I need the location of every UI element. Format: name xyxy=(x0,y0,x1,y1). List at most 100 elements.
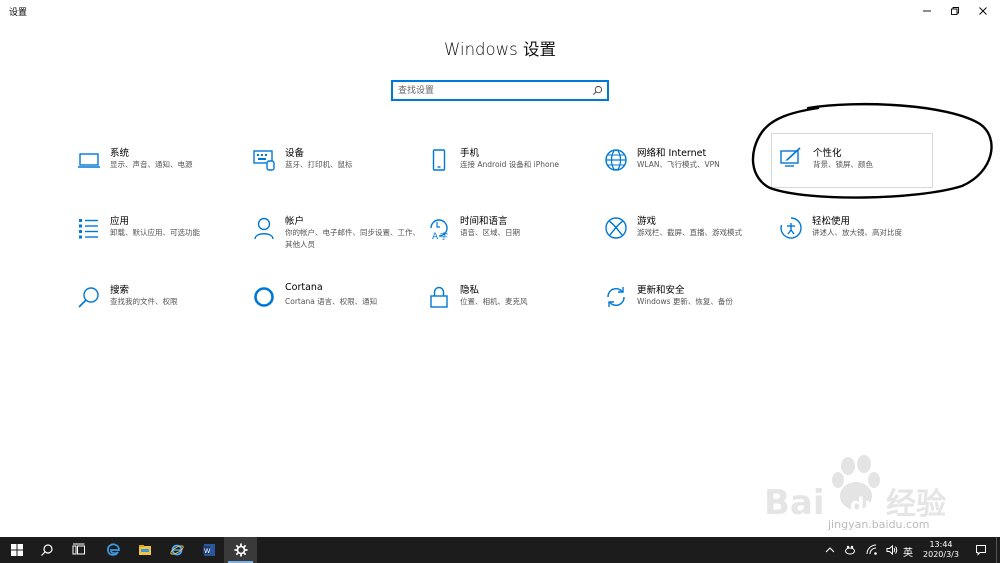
laptop-icon xyxy=(76,147,102,173)
category-cortana[interactable]: Cortana Cortana 语言、权限、通知 xyxy=(251,280,421,332)
volume-button[interactable] xyxy=(884,537,900,563)
category-desc: Cortana 语言、权限、通知 xyxy=(285,297,378,306)
category-desc: 显示、声音、通知、电源 xyxy=(110,160,193,169)
settings-taskbar-button[interactable] xyxy=(224,537,257,563)
category-system[interactable]: 系统 显示、声音、通知、电源 xyxy=(76,143,246,195)
category-name: 个性化 xyxy=(813,148,842,159)
edge-button[interactable] xyxy=(96,537,129,563)
svg-text:字: 字 xyxy=(440,231,448,240)
file-explorer-button[interactable] xyxy=(128,537,161,563)
notification-center-button[interactable] xyxy=(972,537,990,563)
category-name: 搜索 xyxy=(110,285,130,296)
edge-icon xyxy=(106,543,120,556)
category-name: 手机 xyxy=(460,148,480,159)
category-search[interactable]: 搜索 查找我的文件、权限 xyxy=(76,280,246,332)
category-desc: 位置、相机、麦克风 xyxy=(460,297,528,306)
title-bar: 设置 xyxy=(0,0,1000,22)
category-desc: 卸载、默认应用、可选功能 xyxy=(110,228,200,237)
task-view-button[interactable] xyxy=(62,537,95,563)
taskbar: W 英 13:44 2020/3/3 xyxy=(0,537,1000,563)
minimize-icon xyxy=(923,10,931,12)
clock[interactable]: 13:44 2020/3/3 xyxy=(914,540,968,560)
settings-icon xyxy=(234,543,247,557)
input-method-indicator[interactable]: 英 xyxy=(903,544,913,559)
settings-window: 设置 Windows 设置 系统 显示、声音、通知、电源 设备 蓝牙、打印机、鼠… xyxy=(0,0,1000,537)
ease-of-access-icon xyxy=(778,215,804,241)
category-network[interactable]: 网络和 Internet WLAN、飞行模式、VPN xyxy=(603,143,773,195)
file-explorer-icon xyxy=(138,545,151,555)
show-desktop-button[interactable] xyxy=(996,537,1000,563)
chevron-up-icon xyxy=(825,547,835,553)
search-box[interactable] xyxy=(391,80,609,101)
search-icon xyxy=(40,544,53,556)
svg-text:W: W xyxy=(204,547,211,555)
start-button[interactable] xyxy=(0,537,33,563)
category-privacy[interactable]: 隐私 位置、相机、麦克风 xyxy=(426,280,596,332)
restore-icon xyxy=(951,7,959,15)
category-desc: 蓝牙、打印机、鼠标 xyxy=(285,160,353,169)
clock-time: 13:44 xyxy=(929,540,953,549)
show-hidden-icons-button[interactable] xyxy=(822,537,838,563)
xbox-icon xyxy=(603,215,629,241)
search-icon[interactable] xyxy=(592,85,603,96)
svg-text:A: A xyxy=(432,232,439,240)
category-apps[interactable]: 应用 卸载、默认应用、可选功能 xyxy=(76,211,246,263)
category-desc: 讲述人、放大镜、高对比度 xyxy=(812,228,902,237)
category-gaming[interactable]: 游戏 游戏栏、截屏、直播、游戏模式 xyxy=(603,211,773,263)
category-desc: 连接 Android 设备和 iPhone xyxy=(460,160,559,169)
category-name: 设备 xyxy=(285,148,305,159)
category-name: 应用 xyxy=(110,216,130,227)
category-name: Cortana xyxy=(285,282,323,293)
internet-explorer-icon xyxy=(169,544,184,556)
search-input[interactable] xyxy=(398,84,588,98)
volume-icon xyxy=(886,544,898,556)
start-icon xyxy=(10,544,23,556)
tray-app-button[interactable] xyxy=(842,537,858,563)
category-time-language[interactable]: A字 时间和语言 语音、区域、日期 xyxy=(426,211,596,263)
sync-icon xyxy=(603,284,629,310)
category-name: 系统 xyxy=(110,148,130,159)
close-button[interactable] xyxy=(966,0,1000,22)
category-update-security[interactable]: 更新和安全 Windows 更新、恢复、备份 xyxy=(603,280,773,332)
globe-icon xyxy=(603,147,629,173)
category-name: 网络和 Internet xyxy=(637,148,707,159)
lock-icon xyxy=(426,284,452,310)
network-button[interactable] xyxy=(864,537,880,563)
category-phone[interactable]: 手机 连接 Android 设备和 iPhone xyxy=(426,143,596,195)
category-name: 时间和语言 xyxy=(460,216,508,227)
category-devices[interactable]: 设备 蓝牙、打印机、鼠标 xyxy=(251,143,421,195)
cortana-icon xyxy=(251,284,277,310)
category-desc: 游戏栏、截屏、直播、游戏模式 xyxy=(637,228,742,237)
taskbar-search-button[interactable] xyxy=(30,537,63,563)
category-name: 轻松使用 xyxy=(812,216,851,227)
network-icon xyxy=(866,544,877,555)
word-icon: W xyxy=(202,544,215,556)
svg-text:经验: 经验 xyxy=(886,487,946,522)
page-title: Windows 设置 xyxy=(444,40,556,59)
category-personalization[interactable]: 个性化 背景、锁屏、颜色 xyxy=(771,133,933,188)
word-button[interactable]: W xyxy=(192,537,225,563)
phone-icon xyxy=(426,147,452,173)
person-icon xyxy=(251,215,277,241)
window-title: 设置 xyxy=(9,8,28,18)
category-name: 更新和安全 xyxy=(637,285,685,296)
notification-icon xyxy=(976,545,986,556)
apps-list-icon xyxy=(76,215,102,241)
category-accounts[interactable]: 帐户 你的帐户、电子邮件、同步设置、工作、其他人员 xyxy=(251,211,421,263)
category-desc: 你的帐户、电子邮件、同步设置、工作、其他人员 xyxy=(285,228,420,249)
svg-text:du: du xyxy=(850,493,879,517)
category-name: 游戏 xyxy=(637,216,657,227)
tray-app-icon xyxy=(845,545,855,555)
category-ease-of-access[interactable]: 轻松使用 讲述人、放大镜、高对比度 xyxy=(778,211,948,263)
category-desc: Windows 更新、恢复、备份 xyxy=(637,297,733,306)
category-name: 隐私 xyxy=(460,285,480,296)
internet-explorer-button[interactable] xyxy=(160,537,193,563)
close-icon xyxy=(979,7,987,15)
watermark-url: jingyan.baidu.com xyxy=(828,518,930,531)
time-language-icon: A字 xyxy=(426,215,452,241)
personalize-icon xyxy=(778,145,804,171)
svg-text:Bai: Bai xyxy=(764,483,825,523)
search-icon xyxy=(76,284,102,310)
task-view-icon xyxy=(72,543,85,555)
clock-date: 2020/3/3 xyxy=(923,550,959,559)
